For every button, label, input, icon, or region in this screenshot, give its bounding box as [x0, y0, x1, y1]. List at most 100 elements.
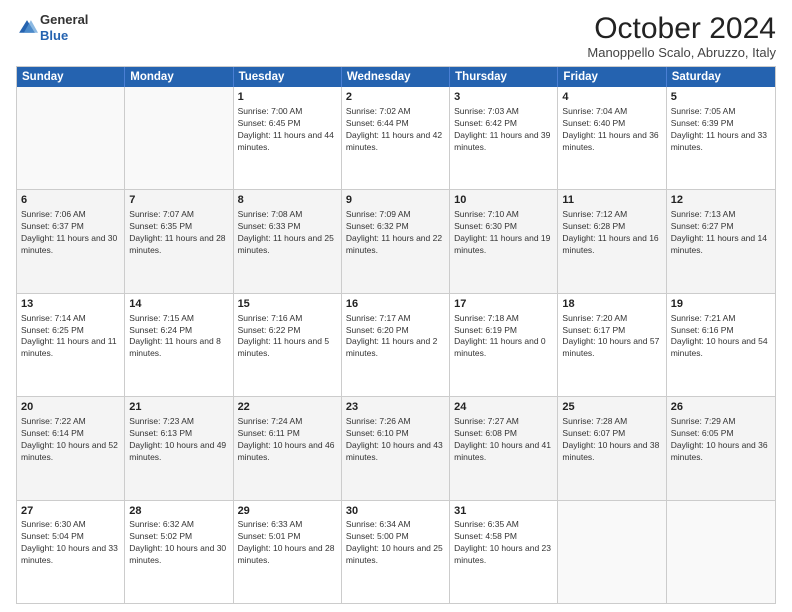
day-number: 29 — [238, 504, 337, 519]
sun-info: Sunrise: 6:33 AMSunset: 5:01 PMDaylight:… — [238, 519, 337, 567]
day-cell-3: 3Sunrise: 7:03 AMSunset: 6:42 PMDaylight… — [450, 87, 558, 189]
day-header-thursday: Thursday — [450, 67, 558, 87]
sun-info: Sunrise: 6:32 AMSunset: 5:02 PMDaylight:… — [129, 519, 228, 567]
day-cell-9: 9Sunrise: 7:09 AMSunset: 6:32 PMDaylight… — [342, 190, 450, 292]
day-number: 11 — [562, 193, 661, 208]
empty-cell — [558, 501, 666, 603]
header: General Blue October 2024 Manoppello Sca… — [16, 12, 776, 60]
calendar-header: SundayMondayTuesdayWednesdayThursdayFrid… — [17, 67, 775, 87]
day-cell-20: 20Sunrise: 7:22 AMSunset: 6:14 PMDayligh… — [17, 397, 125, 499]
page: General Blue October 2024 Manoppello Sca… — [0, 0, 792, 612]
sun-info: Sunrise: 7:14 AMSunset: 6:25 PMDaylight:… — [21, 313, 120, 361]
sun-info: Sunrise: 7:24 AMSunset: 6:11 PMDaylight:… — [238, 416, 337, 464]
day-number: 23 — [346, 400, 445, 415]
day-number: 3 — [454, 90, 553, 105]
sun-info: Sunrise: 7:20 AMSunset: 6:17 PMDaylight:… — [562, 313, 661, 361]
day-number: 8 — [238, 193, 337, 208]
day-cell-10: 10Sunrise: 7:10 AMSunset: 6:30 PMDayligh… — [450, 190, 558, 292]
day-cell-15: 15Sunrise: 7:16 AMSunset: 6:22 PMDayligh… — [234, 294, 342, 396]
sun-info: Sunrise: 7:03 AMSunset: 6:42 PMDaylight:… — [454, 106, 553, 154]
day-number: 31 — [454, 504, 553, 519]
sun-info: Sunrise: 7:02 AMSunset: 6:44 PMDaylight:… — [346, 106, 445, 154]
day-number: 26 — [671, 400, 771, 415]
day-number: 16 — [346, 297, 445, 312]
logo-icon — [16, 17, 38, 39]
sun-info: Sunrise: 7:10 AMSunset: 6:30 PMDaylight:… — [454, 209, 553, 257]
empty-cell — [17, 87, 125, 189]
day-number: 10 — [454, 193, 553, 208]
day-number: 20 — [21, 400, 120, 415]
calendar-week-4: 20Sunrise: 7:22 AMSunset: 6:14 PMDayligh… — [17, 396, 775, 499]
day-cell-13: 13Sunrise: 7:14 AMSunset: 6:25 PMDayligh… — [17, 294, 125, 396]
day-header-tuesday: Tuesday — [234, 67, 342, 87]
day-number: 1 — [238, 90, 337, 105]
day-number: 21 — [129, 400, 228, 415]
day-number: 6 — [21, 193, 120, 208]
day-number: 9 — [346, 193, 445, 208]
sun-info: Sunrise: 7:17 AMSunset: 6:20 PMDaylight:… — [346, 313, 445, 361]
sun-info: Sunrise: 7:04 AMSunset: 6:40 PMDaylight:… — [562, 106, 661, 154]
day-header-friday: Friday — [558, 67, 666, 87]
day-cell-21: 21Sunrise: 7:23 AMSunset: 6:13 PMDayligh… — [125, 397, 233, 499]
sun-info: Sunrise: 7:21 AMSunset: 6:16 PMDaylight:… — [671, 313, 771, 361]
day-number: 12 — [671, 193, 771, 208]
day-number: 7 — [129, 193, 228, 208]
day-cell-26: 26Sunrise: 7:29 AMSunset: 6:05 PMDayligh… — [667, 397, 775, 499]
sun-info: Sunrise: 7:28 AMSunset: 6:07 PMDaylight:… — [562, 416, 661, 464]
day-number: 19 — [671, 297, 771, 312]
sun-info: Sunrise: 7:13 AMSunset: 6:27 PMDaylight:… — [671, 209, 771, 257]
logo: General Blue — [16, 12, 88, 43]
calendar-week-5: 27Sunrise: 6:30 AMSunset: 5:04 PMDayligh… — [17, 500, 775, 603]
calendar-week-1: 1Sunrise: 7:00 AMSunset: 6:45 PMDaylight… — [17, 87, 775, 189]
empty-cell — [667, 501, 775, 603]
day-number: 28 — [129, 504, 228, 519]
day-cell-11: 11Sunrise: 7:12 AMSunset: 6:28 PMDayligh… — [558, 190, 666, 292]
day-number: 17 — [454, 297, 553, 312]
day-cell-29: 29Sunrise: 6:33 AMSunset: 5:01 PMDayligh… — [234, 501, 342, 603]
calendar: SundayMondayTuesdayWednesdayThursdayFrid… — [16, 66, 776, 604]
sun-info: Sunrise: 7:26 AMSunset: 6:10 PMDaylight:… — [346, 416, 445, 464]
day-cell-17: 17Sunrise: 7:18 AMSunset: 6:19 PMDayligh… — [450, 294, 558, 396]
day-number: 2 — [346, 90, 445, 105]
day-cell-14: 14Sunrise: 7:15 AMSunset: 6:24 PMDayligh… — [125, 294, 233, 396]
calendar-week-3: 13Sunrise: 7:14 AMSunset: 6:25 PMDayligh… — [17, 293, 775, 396]
day-cell-8: 8Sunrise: 7:08 AMSunset: 6:33 PMDaylight… — [234, 190, 342, 292]
month-title: October 2024 — [587, 12, 776, 45]
calendar-body: 1Sunrise: 7:00 AMSunset: 6:45 PMDaylight… — [17, 87, 775, 603]
sun-info: Sunrise: 7:00 AMSunset: 6:45 PMDaylight:… — [238, 106, 337, 154]
day-cell-28: 28Sunrise: 6:32 AMSunset: 5:02 PMDayligh… — [125, 501, 233, 603]
logo-text: General Blue — [40, 12, 88, 43]
day-cell-7: 7Sunrise: 7:07 AMSunset: 6:35 PMDaylight… — [125, 190, 233, 292]
sun-info: Sunrise: 7:23 AMSunset: 6:13 PMDaylight:… — [129, 416, 228, 464]
day-cell-25: 25Sunrise: 7:28 AMSunset: 6:07 PMDayligh… — [558, 397, 666, 499]
sun-info: Sunrise: 6:35 AMSunset: 4:58 PMDaylight:… — [454, 519, 553, 567]
day-number: 24 — [454, 400, 553, 415]
day-cell-6: 6Sunrise: 7:06 AMSunset: 6:37 PMDaylight… — [17, 190, 125, 292]
sun-info: Sunrise: 7:09 AMSunset: 6:32 PMDaylight:… — [346, 209, 445, 257]
day-cell-2: 2Sunrise: 7:02 AMSunset: 6:44 PMDaylight… — [342, 87, 450, 189]
sun-info: Sunrise: 6:34 AMSunset: 5:00 PMDaylight:… — [346, 519, 445, 567]
sun-info: Sunrise: 7:08 AMSunset: 6:33 PMDaylight:… — [238, 209, 337, 257]
day-cell-5: 5Sunrise: 7:05 AMSunset: 6:39 PMDaylight… — [667, 87, 775, 189]
day-cell-12: 12Sunrise: 7:13 AMSunset: 6:27 PMDayligh… — [667, 190, 775, 292]
day-number: 13 — [21, 297, 120, 312]
calendar-week-2: 6Sunrise: 7:06 AMSunset: 6:37 PMDaylight… — [17, 189, 775, 292]
sun-info: Sunrise: 7:06 AMSunset: 6:37 PMDaylight:… — [21, 209, 120, 257]
day-number: 14 — [129, 297, 228, 312]
location: Manoppello Scalo, Abruzzo, Italy — [587, 45, 776, 60]
day-number: 30 — [346, 504, 445, 519]
sun-info: Sunrise: 7:07 AMSunset: 6:35 PMDaylight:… — [129, 209, 228, 257]
title-block: October 2024 Manoppello Scalo, Abruzzo, … — [587, 12, 776, 60]
sun-info: Sunrise: 7:12 AMSunset: 6:28 PMDaylight:… — [562, 209, 661, 257]
day-number: 22 — [238, 400, 337, 415]
day-header-wednesday: Wednesday — [342, 67, 450, 87]
day-cell-18: 18Sunrise: 7:20 AMSunset: 6:17 PMDayligh… — [558, 294, 666, 396]
day-cell-22: 22Sunrise: 7:24 AMSunset: 6:11 PMDayligh… — [234, 397, 342, 499]
sun-info: Sunrise: 7:22 AMSunset: 6:14 PMDaylight:… — [21, 416, 120, 464]
day-number: 15 — [238, 297, 337, 312]
day-number: 27 — [21, 504, 120, 519]
day-number: 25 — [562, 400, 661, 415]
day-cell-1: 1Sunrise: 7:00 AMSunset: 6:45 PMDaylight… — [234, 87, 342, 189]
sun-info: Sunrise: 7:27 AMSunset: 6:08 PMDaylight:… — [454, 416, 553, 464]
sun-info: Sunrise: 7:18 AMSunset: 6:19 PMDaylight:… — [454, 313, 553, 361]
